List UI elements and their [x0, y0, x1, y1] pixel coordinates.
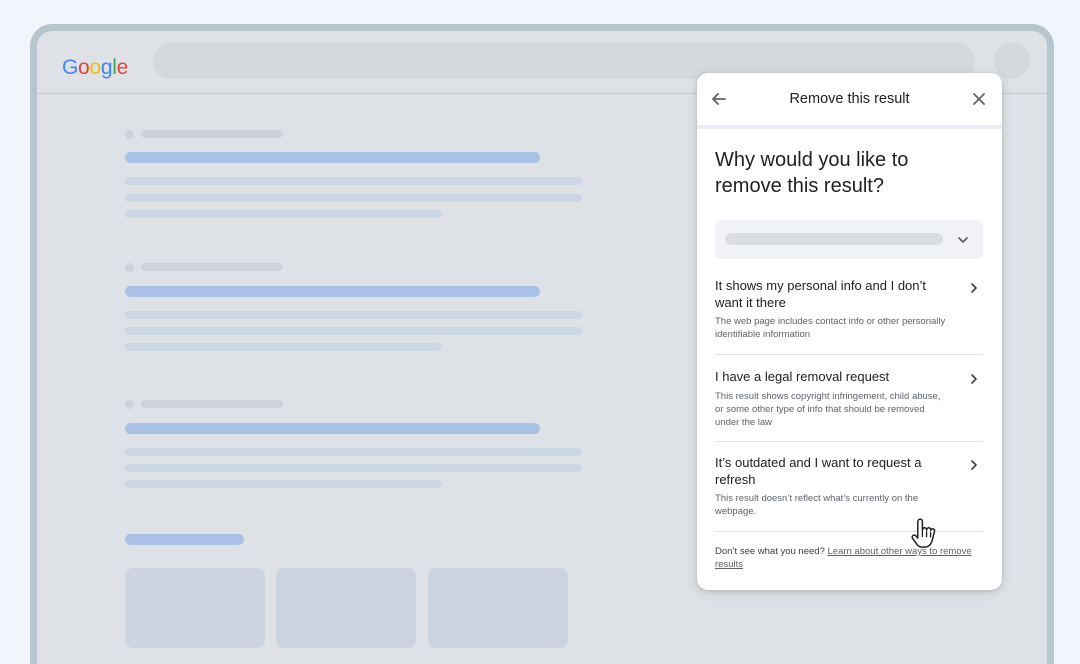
option-title: I have a legal removal request — [715, 369, 890, 384]
option-legal-removal[interactable]: I have a legal removal request This resu… — [715, 369, 983, 429]
logo-letter: o — [78, 56, 90, 79]
option-title: It’s outdated and I want to request a re… — [715, 455, 922, 487]
footer-text: Don’t see what you need? — [715, 546, 825, 557]
result-favicon-placeholder — [125, 130, 134, 139]
result-card-placeholder[interactable] — [428, 568, 568, 648]
logo-letter: G — [62, 56, 79, 79]
result-url-placeholder — [141, 130, 283, 138]
result-snippet-placeholder — [125, 194, 582, 202]
dropdown-placeholder — [725, 233, 943, 245]
result-snippet-placeholder — [125, 343, 442, 351]
divider — [715, 531, 983, 532]
result-snippet-placeholder — [125, 480, 442, 488]
dialog-title: Remove this result — [789, 91, 910, 107]
option-description: This result doesn’t reflect what’s curre… — [715, 493, 919, 517]
result-favicon-placeholder — [125, 400, 134, 409]
google-logo[interactable]: Google — [62, 56, 128, 80]
result-snippet-placeholder — [125, 448, 582, 456]
divider — [715, 441, 983, 442]
option-title: It shows my personal info and I don’t wa… — [715, 278, 927, 310]
result-snippet-placeholder — [125, 311, 582, 319]
dialog-footer: Don’t see what you need? Learn about oth… — [715, 545, 987, 571]
dialog-header: Remove this result — [697, 73, 1002, 129]
logo-letter: o — [89, 56, 101, 79]
result-snippet-placeholder — [125, 210, 442, 218]
option-description: The web page includes contact info or ot… — [715, 316, 946, 340]
option-description: This result shows copyright infringement… — [715, 390, 941, 428]
option-personal-info[interactable]: It shows my personal info and I don’t wa… — [715, 278, 983, 341]
result-url-placeholder — [141, 400, 283, 408]
chevron-right-icon — [967, 458, 981, 472]
close-icon[interactable] — [969, 89, 989, 109]
hand-pointer-icon — [910, 518, 938, 552]
chevron-down-icon — [955, 232, 971, 248]
result-snippet-placeholder — [125, 464, 582, 472]
logo-letter: g — [100, 56, 113, 79]
arrow-left-icon[interactable] — [709, 89, 729, 109]
result-url-placeholder — [141, 263, 283, 271]
dialog-question: Why would you like to remove this result… — [715, 149, 909, 197]
reason-dropdown[interactable] — [715, 220, 983, 259]
result-title-placeholder[interactable] — [125, 423, 540, 434]
chevron-right-icon — [967, 281, 981, 295]
result-card-placeholder[interactable] — [125, 568, 265, 648]
section-heading-placeholder — [125, 534, 244, 545]
logo-letter: e — [116, 56, 129, 79]
result-title-placeholder[interactable] — [125, 286, 540, 297]
divider — [715, 354, 983, 355]
option-outdated[interactable]: It’s outdated and I want to request a re… — [715, 455, 983, 518]
result-favicon-placeholder — [125, 263, 134, 272]
result-card-placeholder[interactable] — [276, 568, 416, 648]
remove-result-dialog: Remove this result Why would you like to… — [697, 73, 1002, 590]
result-title-placeholder[interactable] — [125, 152, 540, 163]
result-snippet-placeholder — [125, 327, 582, 335]
result-snippet-placeholder — [125, 177, 582, 185]
chevron-right-icon — [967, 372, 981, 386]
